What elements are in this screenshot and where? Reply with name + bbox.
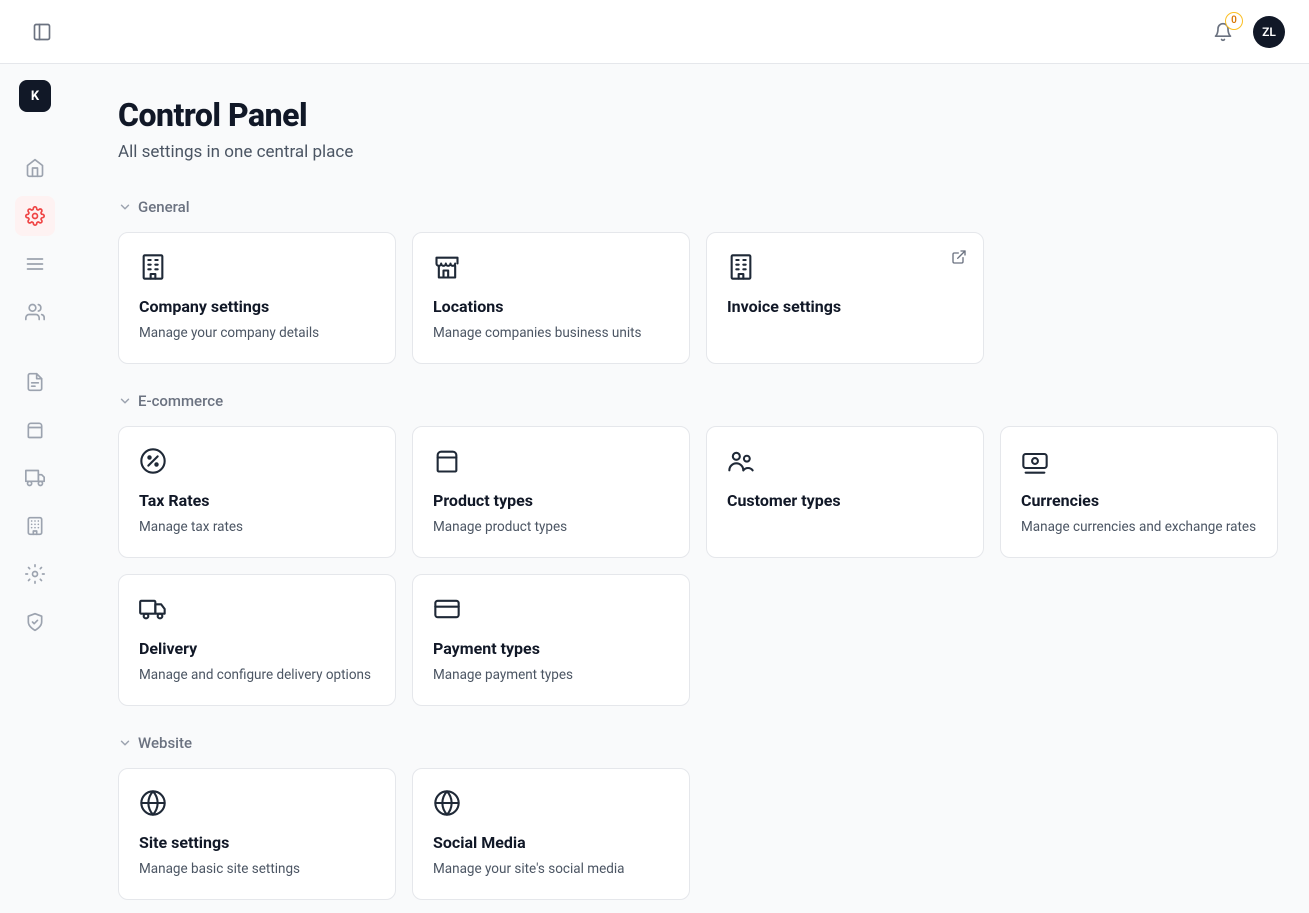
section-title: E-commerce: [138, 392, 223, 410]
card-title: Currencies: [1021, 491, 1257, 510]
notification-badge: 0: [1225, 12, 1243, 30]
page-title: Control Panel: [118, 96, 1261, 134]
section-header-general[interactable]: General: [118, 198, 1261, 216]
card-product-types[interactable]: Product types Manage product types: [412, 426, 690, 558]
card-locations[interactable]: Locations Manage companies business unit…: [412, 232, 690, 364]
card-delivery[interactable]: Delivery Manage and configure delivery o…: [118, 574, 396, 706]
package-icon: [25, 420, 45, 440]
page-subtitle: All settings in one central place: [118, 142, 1261, 162]
sidebar-item-queue[interactable]: [15, 244, 55, 284]
cards-grid-general: Company settings Manage your company det…: [118, 232, 1261, 364]
sidebar-item-company[interactable]: [15, 506, 55, 546]
globe-icon: [139, 789, 167, 817]
card-title: Social Media: [433, 833, 669, 852]
sidebar-item-settings[interactable]: [15, 554, 55, 594]
sidebar-item-control-panel[interactable]: [15, 196, 55, 236]
shield-icon: [25, 612, 45, 632]
section-general: General: [118, 198, 1261, 364]
card-description: Manage tax rates: [139, 518, 375, 537]
external-link-icon: [951, 249, 967, 265]
avatar[interactable]: ZL: [1253, 16, 1285, 48]
card-company-settings[interactable]: Company settings Manage your company det…: [118, 232, 396, 364]
section-title: General: [138, 198, 190, 216]
globe-icon: [433, 789, 461, 817]
sidebar: K: [0, 64, 70, 913]
card-description: Manage product types: [433, 518, 669, 537]
home-icon: [25, 158, 45, 178]
sidebar-item-documents[interactable]: [15, 362, 55, 402]
card-title: Payment types: [433, 639, 669, 658]
section-header-website[interactable]: Website: [118, 734, 1261, 752]
chevron-down-icon: [118, 200, 132, 214]
truck-icon: [25, 468, 45, 488]
building-icon: [727, 253, 755, 281]
card-description: Manage companies business units: [433, 324, 669, 343]
section-website: Website Site settings Manage basic site …: [118, 734, 1261, 900]
chevron-down-icon: [118, 394, 132, 408]
card-description: Manage payment types: [433, 666, 669, 685]
header: 0 ZL: [0, 0, 1309, 64]
card-tax-rates[interactable]: Tax Rates Manage tax rates: [118, 426, 396, 558]
cards-grid-website: Site settings Manage basic site settings…: [118, 768, 1261, 900]
people-icon: [727, 447, 755, 475]
card-description: Manage basic site settings: [139, 860, 375, 879]
section-header-ecommerce[interactable]: E-commerce: [118, 392, 1261, 410]
card-description: Manage your company details: [139, 324, 375, 343]
storefront-icon: [433, 253, 461, 281]
card-description: Manage and configure delivery options: [139, 666, 375, 685]
truck-icon: [139, 595, 167, 623]
sidebar-toggle-icon: [32, 22, 52, 42]
card-payment-types[interactable]: Payment types Manage payment types: [412, 574, 690, 706]
chevron-down-icon: [118, 736, 132, 750]
percent-icon: [139, 447, 167, 475]
card-title: Locations: [433, 297, 669, 316]
card-site-settings[interactable]: Site settings Manage basic site settings: [118, 768, 396, 900]
sidebar-item-home[interactable]: [15, 148, 55, 188]
people-icon: [25, 302, 45, 322]
building-icon: [25, 516, 45, 536]
card-title: Customer types: [727, 491, 963, 510]
card-title: Product types: [433, 491, 669, 510]
package-icon: [433, 447, 461, 475]
card-title: Invoice settings: [727, 297, 963, 316]
card-social-media[interactable]: Social Media Manage your site's social m…: [412, 768, 690, 900]
card-customer-types[interactable]: Customer types: [706, 426, 984, 558]
sidebar-logo[interactable]: K: [19, 80, 51, 112]
sidebar-item-delivery[interactable]: [15, 458, 55, 498]
credit-card-icon: [433, 595, 461, 623]
queue-icon: [25, 254, 45, 274]
header-left: [24, 14, 60, 50]
card-description: Manage currencies and exchange rates: [1021, 518, 1257, 537]
gear-icon: [25, 206, 45, 226]
sidebar-item-people[interactable]: [15, 292, 55, 332]
document-icon: [25, 372, 45, 392]
sidebar-item-security[interactable]: [15, 602, 55, 642]
card-currencies[interactable]: Currencies Manage currencies and exchang…: [1000, 426, 1278, 558]
card-invoice-settings[interactable]: Invoice settings: [706, 232, 984, 364]
sidebar-toggle-button[interactable]: [24, 14, 60, 50]
card-title: Tax Rates: [139, 491, 375, 510]
sidebar-item-products[interactable]: [15, 410, 55, 450]
gear-outline-icon: [25, 564, 45, 584]
notifications-button[interactable]: 0: [1205, 14, 1241, 50]
building-icon: [139, 253, 167, 281]
main-content: Control Panel All settings in one centra…: [70, 64, 1309, 913]
card-description: Manage your site's social media: [433, 860, 669, 879]
section-ecommerce: E-commerce Tax Rates Manage tax rates: [118, 392, 1261, 706]
section-title: Website: [138, 734, 192, 752]
card-title: Site settings: [139, 833, 375, 852]
card-title: Company settings: [139, 297, 375, 316]
card-title: Delivery: [139, 639, 375, 658]
cash-icon: [1021, 447, 1049, 475]
header-right: 0 ZL: [1205, 14, 1285, 50]
cards-grid-ecommerce: Tax Rates Manage tax rates Product types…: [118, 426, 1261, 706]
